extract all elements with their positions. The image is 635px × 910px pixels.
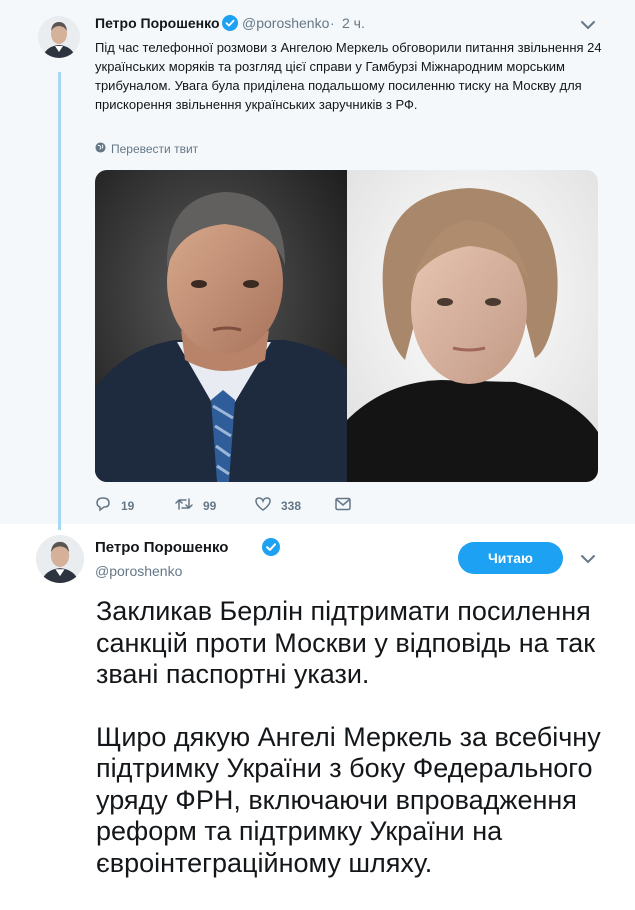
tweet-paragraph: Щиро дякую Ангелі Меркель за всебічну пі… [96,721,601,878]
like-button[interactable]: 338 [255,496,335,515]
tweet-text: Під час телефонної розмови з Ангелою Мер… [95,40,602,112]
tweet-photo[interactable] [95,170,598,482]
like-count: 338 [281,498,302,513]
verified-icon [222,15,238,36]
verified-icon [262,538,280,561]
message-icon [335,497,351,514]
like-icon [255,496,271,515]
translate-link[interactable]: Перевести твит [95,142,198,156]
chevron-down-icon[interactable] [580,552,596,570]
photo-collage [95,170,598,482]
following-button[interactable]: Читаю [458,542,563,574]
chevron-down-icon[interactable] [580,18,596,36]
tweet-text: Закликав Берлін підтримати посилення сан… [96,596,616,910]
tweet-1[interactable]: Петро Порошенко @poroshenko · 2 ч. Під ч… [0,0,635,530]
tweet-actions: 19 99 338 [95,496,415,515]
retweet-icon [175,496,193,515]
avatar[interactable] [36,535,84,583]
tweet-paragraph: Закликав Берлін підтримати посилення сан… [96,596,596,689]
author-name[interactable]: Петро Порошенко [95,539,228,556]
thread-line [58,72,61,530]
globe-icon [95,142,106,156]
translate-label: Перевести твит [111,142,199,156]
separator: · [330,15,335,31]
reply-icon [95,496,111,515]
author-name[interactable]: Петро Порошенко [95,15,220,31]
author-handle[interactable]: @poroshenko [95,563,182,579]
retweet-count: 99 [203,498,217,513]
tweet-time[interactable]: 2 ч. [342,15,365,31]
retweet-button[interactable]: 99 [175,496,255,515]
reply-button[interactable]: 19 [95,496,175,515]
reply-count: 19 [121,498,135,513]
message-button[interactable] [335,497,415,514]
author-handle[interactable]: @poroshenko [242,15,329,31]
avatar[interactable] [38,16,80,58]
